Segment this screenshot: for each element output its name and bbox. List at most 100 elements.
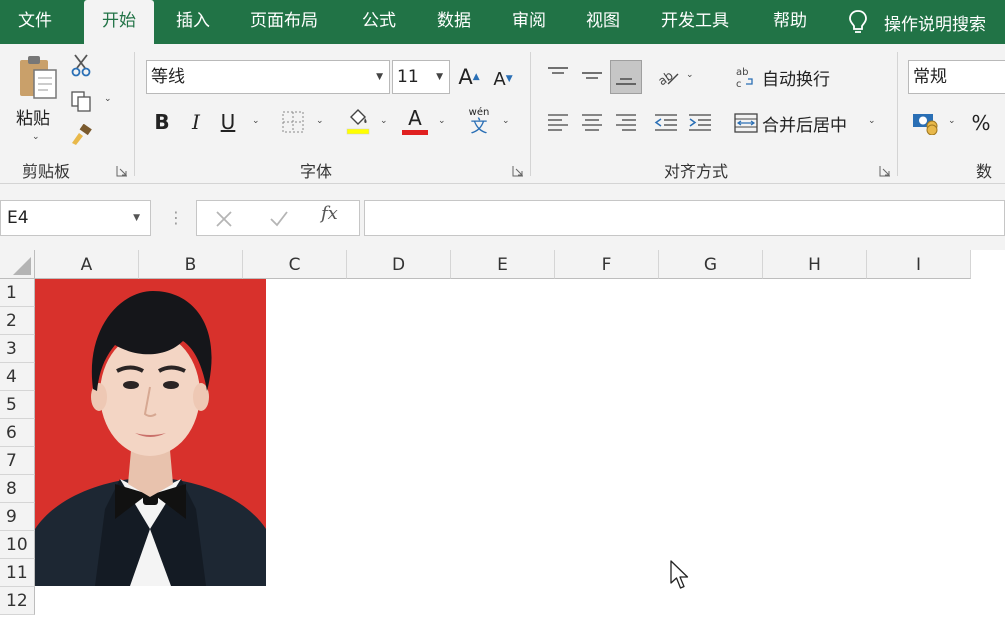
column-header-a[interactable]: A: [35, 250, 139, 279]
orientation-dropdown-icon[interactable]: ⌄: [686, 70, 694, 80]
grip-icon[interactable]: ⋮: [168, 208, 184, 227]
row-header-1[interactable]: 1: [0, 279, 35, 307]
merge-center-button[interactable]: 合并后居中: [734, 108, 854, 138]
worksheet-grid[interactable]: A B C D E F G H I 1 2 3 4 5 6 7 8 9 10 1…: [0, 250, 1005, 622]
borders-dropdown-icon[interactable]: ⌄: [316, 116, 324, 126]
tab-file[interactable]: 文件: [18, 0, 52, 44]
font-color-button[interactable]: A: [400, 106, 430, 136]
tab-view[interactable]: 视图: [586, 0, 620, 44]
portrait-photo[interactable]: [35, 279, 266, 586]
dialog-launcher-icon[interactable]: [879, 165, 891, 177]
column-header-c[interactable]: C: [243, 250, 347, 279]
column-header-f[interactable]: F: [555, 250, 659, 279]
column-header-b[interactable]: B: [139, 250, 243, 279]
dialog-launcher-icon[interactable]: [512, 165, 524, 177]
tab-developer[interactable]: 开发工具: [661, 0, 729, 44]
align-middle-button[interactable]: [578, 60, 606, 90]
tab-home[interactable]: 开始: [84, 0, 154, 44]
svg-text:ab: ab: [656, 68, 676, 88]
number-format-value: 常规: [913, 67, 947, 87]
accounting-dropdown-icon[interactable]: ⌄: [948, 116, 956, 126]
row-header-4[interactable]: 4: [0, 363, 35, 391]
wrap-text-button[interactable]: ab c 自动换行: [734, 62, 844, 92]
paintbrush-icon: [72, 124, 92, 145]
shrink-font-button[interactable]: A ▼: [488, 64, 518, 94]
increase-indent-button[interactable]: [686, 108, 714, 138]
fill-color-dropdown-icon[interactable]: ⌄: [380, 116, 388, 126]
tell-me-search[interactable]: 操作说明搜索: [848, 0, 986, 44]
row-header-5[interactable]: 5: [0, 391, 35, 419]
align-top-icon: [548, 67, 568, 74]
copy-dropdown-icon[interactable]: ⌄: [104, 94, 112, 104]
insert-function-button[interactable]: fx: [321, 203, 338, 224]
copy-button[interactable]: [68, 88, 94, 114]
align-top-button[interactable]: [544, 60, 572, 90]
row-header-3[interactable]: 3: [0, 335, 35, 363]
phonetic-dropdown-icon[interactable]: ⌄: [502, 116, 510, 126]
paste-button[interactable]: [14, 54, 62, 102]
row-header-9[interactable]: 9: [0, 503, 35, 531]
tab-formulas[interactable]: 公式: [362, 0, 396, 44]
tab-insert[interactable]: 插入: [176, 0, 210, 44]
align-left-button[interactable]: [544, 108, 572, 138]
row-header-12[interactable]: 12: [0, 587, 35, 615]
tab-help[interactable]: 帮助: [773, 0, 807, 44]
tab-review[interactable]: 审阅: [512, 0, 546, 44]
paste-dropdown-icon[interactable]: ⌄: [32, 132, 40, 142]
font-color-dropdown-icon[interactable]: ⌄: [438, 116, 446, 126]
column-header-h[interactable]: H: [763, 250, 867, 279]
copy-icon: [71, 91, 91, 112]
borders-button[interactable]: [280, 108, 306, 136]
italic-button[interactable]: I: [184, 108, 208, 136]
row-header-10[interactable]: 10: [0, 531, 35, 559]
fill-color-button[interactable]: [344, 106, 372, 136]
font-color-label: A: [408, 105, 422, 130]
svg-text:ab: ab: [736, 67, 748, 78]
select-all-button[interactable]: [0, 250, 35, 279]
font-name-value: 等线: [151, 67, 185, 87]
row-header-6[interactable]: 6: [0, 419, 35, 447]
checkmark-icon[interactable]: [269, 210, 289, 228]
lightbulb-icon: [849, 10, 867, 33]
align-right-button[interactable]: [612, 108, 640, 138]
column-header-i[interactable]: I: [867, 250, 971, 279]
cancel-icon[interactable]: [215, 210, 233, 228]
name-box[interactable]: E4 ▼: [0, 200, 151, 236]
clipboard-paste-icon: [20, 56, 57, 99]
tab-data[interactable]: 数据: [437, 0, 471, 44]
font-size-combobox[interactable]: 11 ▼: [392, 60, 450, 94]
chevron-down-icon: ▼: [133, 213, 140, 223]
grow-font-button[interactable]: A ▲: [454, 62, 484, 92]
phonetic-guide-button[interactable]: wén 文: [464, 104, 494, 138]
currency-icon: [913, 114, 938, 135]
orientation-button[interactable]: ab: [654, 62, 682, 92]
align-bottom-button[interactable]: [610, 60, 642, 94]
cut-button[interactable]: [68, 52, 94, 78]
accounting-format-button[interactable]: [910, 108, 942, 138]
align-center-button[interactable]: [578, 108, 606, 138]
portrait-illustration: [35, 279, 266, 586]
formula-buttons: fx: [196, 200, 360, 236]
row-header-11[interactable]: 11: [0, 559, 35, 587]
formula-input[interactable]: [364, 200, 1005, 236]
format-painter-button[interactable]: [68, 122, 94, 148]
row-header-2[interactable]: 2: [0, 307, 35, 335]
column-header-g[interactable]: G: [659, 250, 763, 279]
column-header-d[interactable]: D: [347, 250, 451, 279]
dialog-launcher-icon[interactable]: [116, 165, 128, 177]
underline-dropdown-icon[interactable]: ⌄: [252, 116, 260, 126]
column-header-e[interactable]: E: [451, 250, 555, 279]
increase-indent-icon: [689, 114, 711, 131]
number-format-combobox[interactable]: 常规: [908, 60, 1005, 94]
merge-cells-icon: [734, 113, 758, 133]
tab-page-layout[interactable]: 页面布局: [250, 0, 318, 44]
row-header-7[interactable]: 7: [0, 447, 35, 475]
row-header-8[interactable]: 8: [0, 475, 35, 503]
underline-button[interactable]: U: [216, 108, 240, 136]
paste-label[interactable]: 粘贴: [16, 104, 50, 129]
decrease-indent-button[interactable]: [652, 108, 680, 138]
font-name-combobox[interactable]: 等线 ▼: [146, 60, 390, 94]
merge-dropdown-icon[interactable]: ⌄: [868, 116, 876, 126]
bold-button[interactable]: B: [150, 108, 174, 136]
percent-style-button[interactable]: %: [966, 108, 996, 138]
